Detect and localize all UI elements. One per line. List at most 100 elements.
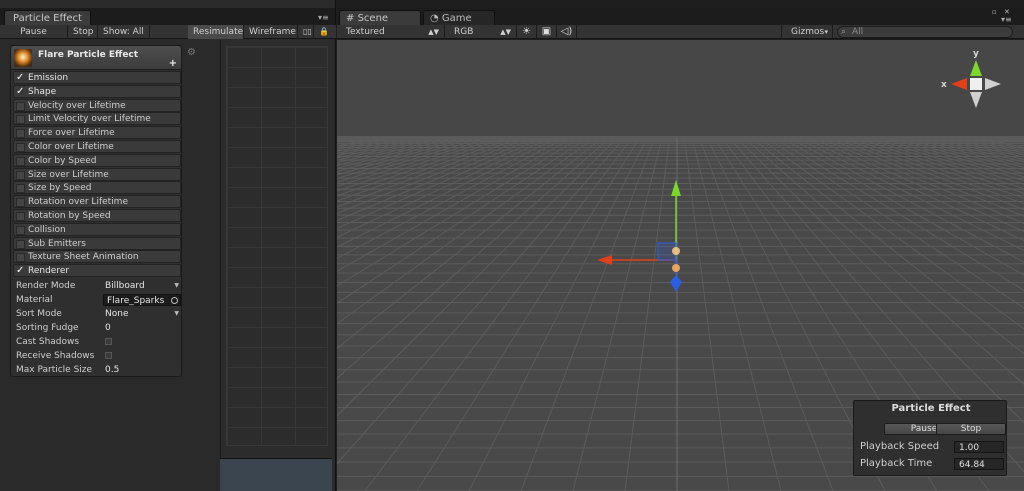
render-mode-dropdown[interactable]: Billboard xyxy=(105,279,145,293)
playback-time-field[interactable]: 64.84 xyxy=(954,458,1004,470)
cast-shadows-checkbox[interactable] xyxy=(105,338,112,345)
layout-icon[interactable]: ▯▯ xyxy=(298,25,314,39)
module-label: Force over Lifetime xyxy=(28,128,115,139)
tab-menu-icon[interactable]: ▾≡ xyxy=(1001,15,1012,24)
sorting-fudge-field[interactable]: 0 xyxy=(105,321,111,335)
tab-particle-effect[interactable]: Particle Effect xyxy=(4,10,91,25)
module-checkbox[interactable] xyxy=(16,115,25,125)
curve-editor-area[interactable] xyxy=(220,40,332,458)
search-input[interactable]: ⌕ All xyxy=(837,26,1013,38)
tab-scene-label: Scene xyxy=(357,13,389,24)
curve-preview-strip xyxy=(220,458,332,491)
module-label: Shape xyxy=(28,86,57,97)
x-arrow-icon[interactable] xyxy=(597,255,612,265)
show-filter-dropdown[interactable]: Show: All xyxy=(98,25,150,39)
module-label: Limit Velocity over Lifetime xyxy=(28,114,151,125)
render-channel-dropdown[interactable]: RGB ▲▼ xyxy=(445,25,517,39)
module-checkbox[interactable] xyxy=(16,101,25,111)
gear-icon[interactable]: ⚙ xyxy=(187,48,197,58)
module-checkbox[interactable] xyxy=(16,225,25,235)
grid-line xyxy=(337,138,400,152)
module-checkbox[interactable] xyxy=(16,253,25,263)
module-row[interactable]: Size by Speed xyxy=(13,181,181,195)
module-checkbox[interactable] xyxy=(16,156,25,166)
module-checkbox[interactable] xyxy=(16,212,25,221)
module-checkbox[interactable] xyxy=(16,198,25,208)
view-cube-icon[interactable] xyxy=(970,78,982,90)
neg-y-cone-icon[interactable] xyxy=(970,92,982,108)
add-module-icon[interactable]: + xyxy=(169,58,177,69)
particle-spark-icon xyxy=(672,264,680,272)
grid-line xyxy=(337,138,385,149)
module-checkbox[interactable] xyxy=(16,239,25,249)
checkmark-icon[interactable]: ✓ xyxy=(16,266,25,276)
module-checkbox[interactable] xyxy=(16,184,25,194)
grid-line xyxy=(337,138,415,157)
tab-menu-icon[interactable]: ▾≡ xyxy=(318,13,329,22)
grid-line xyxy=(337,138,595,325)
tab-game-label: Game xyxy=(441,13,472,24)
chevron-down-icon: ▲▼ xyxy=(428,28,439,36)
module-row[interactable]: Texture Sheet Animation xyxy=(13,250,181,264)
module-row[interactable]: ✓ Emission xyxy=(13,71,181,84)
module-label: Renderer xyxy=(28,266,70,277)
audio-icon[interactable]: ◁) xyxy=(557,25,577,39)
playback-speed-field[interactable]: 1.00 xyxy=(954,441,1004,453)
module-row[interactable]: Rotation by Speed xyxy=(13,209,181,222)
max-particle-size-field[interactable]: 0.5 xyxy=(105,363,119,377)
module-label: Collision xyxy=(28,224,66,235)
checkmark-icon[interactable]: ✓ xyxy=(16,73,25,83)
orientation-gizmo[interactable]: y x xyxy=(937,46,1007,116)
grid-line xyxy=(337,138,475,179)
module-checkbox[interactable] xyxy=(16,170,25,180)
module-checkbox[interactable] xyxy=(16,143,25,152)
grid-line xyxy=(337,138,550,238)
search-placeholder: All xyxy=(852,27,864,37)
module-checkbox[interactable] xyxy=(16,129,25,139)
module-row[interactable]: Size over Lifetime xyxy=(13,167,181,181)
module-row[interactable]: Collision xyxy=(13,222,181,236)
module-row[interactable]: Color by Speed xyxy=(13,153,181,167)
lock-icon[interactable]: 🔒 xyxy=(314,25,330,39)
wireframe-toggle[interactable]: Wireframe xyxy=(244,25,298,39)
overlay-stop-button[interactable]: Stop xyxy=(936,423,1006,435)
move-gizmo[interactable] xyxy=(592,178,702,298)
receive-shadows-checkbox[interactable] xyxy=(105,352,112,359)
module-row[interactable]: Limit Velocity over Lifetime xyxy=(13,112,181,126)
module-row[interactable]: Color over Lifetime xyxy=(13,140,181,153)
sorting-fudge-row: Sorting Fudge 0 xyxy=(15,321,181,335)
tab-game[interactable]: ◔ Game xyxy=(423,10,495,25)
z-arrow-icon[interactable] xyxy=(670,275,682,292)
x-cone-icon[interactable] xyxy=(951,78,967,90)
module-label: Texture Sheet Animation xyxy=(28,252,139,263)
grid-line xyxy=(337,138,513,202)
chevron-down-icon: ▼ xyxy=(174,310,179,317)
lighting-icon[interactable]: ☀ xyxy=(517,25,537,39)
object-picker-icon[interactable] xyxy=(171,297,178,304)
stop-button[interactable]: Stop xyxy=(68,25,98,39)
module-row[interactable]: Sub Emitters xyxy=(13,236,181,250)
module-row[interactable]: ✓ Shape xyxy=(13,84,181,98)
x-axis-label: x xyxy=(941,80,947,90)
pause-button[interactable]: Pause xyxy=(0,25,68,39)
effect-header[interactable]: Flare Particle Effect + xyxy=(11,46,181,70)
neg-x-cone-icon[interactable] xyxy=(985,78,1001,90)
material-field[interactable]: Flare_Sparks xyxy=(103,294,181,306)
module-row[interactable]: Force over Lifetime xyxy=(13,126,181,140)
module-row[interactable]: ✓ Renderer xyxy=(13,264,181,278)
y-arrow-icon[interactable] xyxy=(671,180,681,196)
module-row[interactable]: Rotation over Lifetime xyxy=(13,195,181,209)
checkmark-icon[interactable]: ✓ xyxy=(16,86,25,96)
tab-scene[interactable]: # Scene xyxy=(339,10,421,25)
module-label: Color by Speed xyxy=(28,155,97,166)
maximize-icon[interactable]: ▫ xyxy=(992,8,997,16)
sort-mode-dropdown[interactable]: None xyxy=(105,307,128,321)
shading-mode-dropdown[interactable]: Textured ▲▼ xyxy=(337,25,445,39)
y-cone-icon[interactable] xyxy=(970,60,982,76)
resimulate-toggle[interactable]: Resimulate xyxy=(188,25,244,39)
module-row[interactable]: Velocity over Lifetime xyxy=(13,98,181,112)
gizmos-dropdown[interactable]: Gizmos ▾ xyxy=(781,25,833,39)
image-effects-icon[interactable]: ▣ xyxy=(537,25,557,39)
render-mode-label: Render Mode xyxy=(16,281,76,291)
particle-effect-window: Particle Effect ▾≡ Pause Stop Show: All … xyxy=(0,0,336,491)
